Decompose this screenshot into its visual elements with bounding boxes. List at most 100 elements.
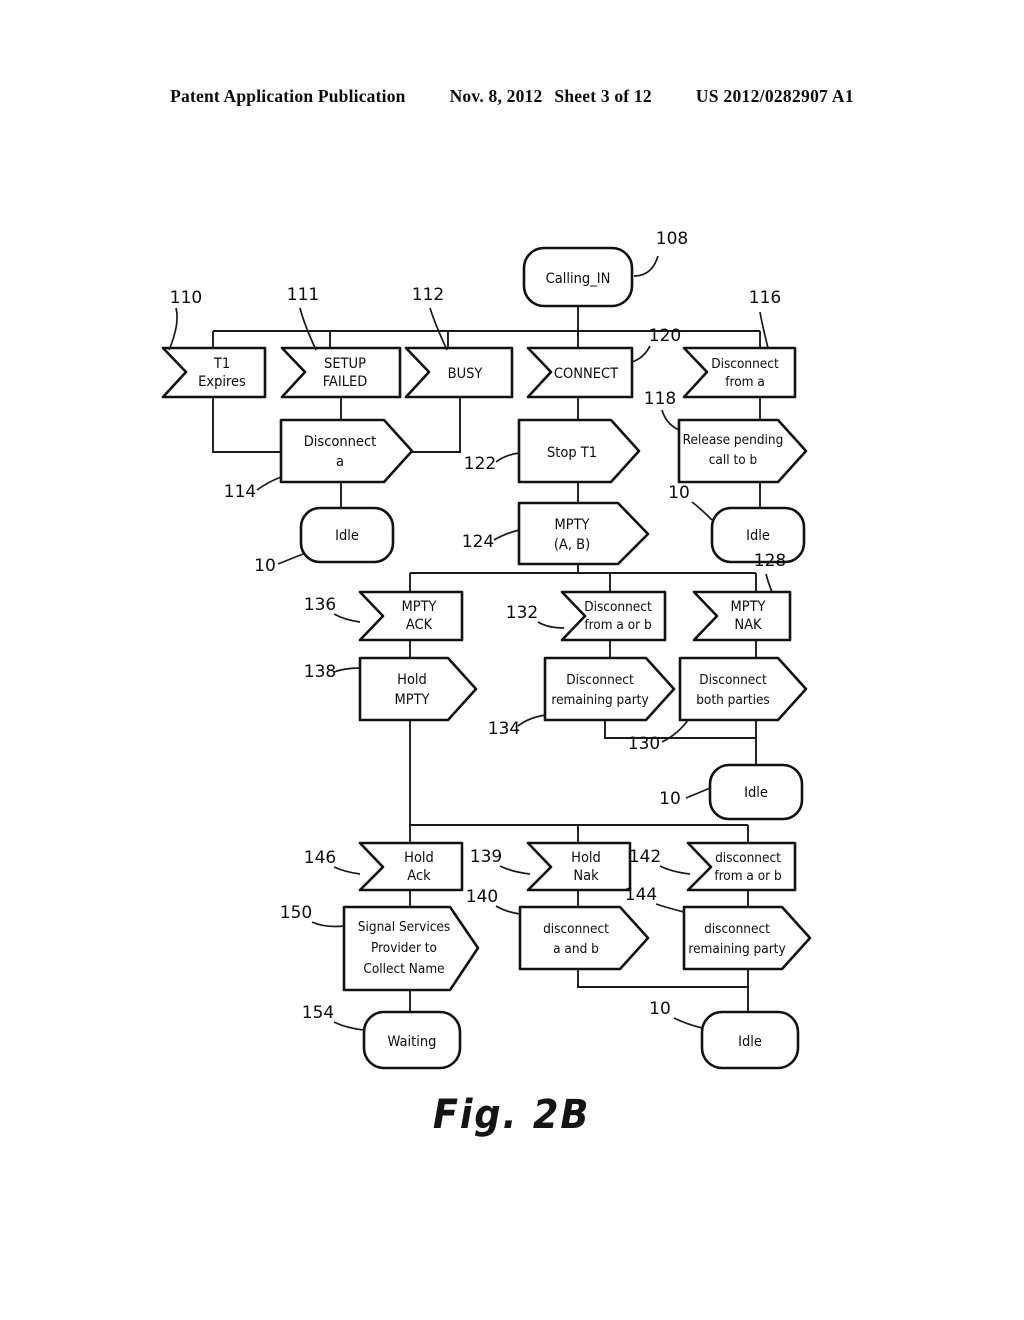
ref-111-leader (299, 307, 317, 351)
disconnect-both-parties-label-1: Disconnect (699, 672, 767, 688)
disconnect-remaining-party-2-label-1: disconnect (704, 921, 770, 937)
ref-142-label: 142 (629, 847, 661, 867)
disconnect-from-a-label-1: Disconnect (711, 356, 779, 372)
ref-112: 112 (412, 285, 448, 351)
node-idle-mid: Idle (708, 763, 804, 821)
ref-112-label: 112 (412, 285, 444, 305)
node-disconnect-both-parties: Disconnect both parties (678, 656, 808, 722)
ref-142-leader (659, 865, 691, 875)
patent-page: Patent Application Publication Nov. 8, 2… (0, 0, 1024, 1320)
ref-146-label: 146 (304, 848, 336, 868)
ref-136-leader (333, 613, 361, 623)
disconnect-a-label-2: a (336, 454, 344, 470)
ref-150-leader (311, 921, 345, 928)
ref-108-leader (633, 255, 659, 277)
ref-154-leader (333, 1021, 365, 1031)
hold-nak-label-2: Nak (573, 868, 599, 884)
node-disconnect-from-a-or-b: Disconnect from a or b (560, 590, 667, 642)
ref-124-label: 124 (462, 532, 494, 552)
ref-118-label: 118 (644, 389, 676, 409)
release-pending-label-2: call to b (709, 452, 758, 468)
idle-right-label: Idle (746, 528, 770, 544)
ref-138: 138 (304, 662, 361, 682)
node-idle-bottom: Idle (700, 1010, 800, 1070)
disconnect-both-parties-shape (678, 656, 808, 722)
idle-bottom-label: Idle (738, 1034, 762, 1050)
disconnect-from-a-label-2: from a (725, 374, 765, 390)
node-signal-services: Signal Services Provider to Collect Name (342, 905, 480, 992)
ref-139: 139 (470, 847, 531, 875)
busy-label: BUSY (448, 366, 483, 382)
node-stop-t1: Stop T1 (517, 418, 641, 484)
mpty-ab-label-2: (A, B) (554, 537, 590, 553)
disconnect-a-and-b-label-1: disconnect (543, 921, 609, 937)
node-disconnect-a: Disconnect a (279, 418, 414, 484)
figure-caption: Fig. 2B (0, 1092, 1024, 1138)
ref-132-leader (537, 621, 565, 629)
ref-110-label: 110 (170, 288, 202, 308)
node-disconnect-remaining-party-2: disconnect remaining party (682, 905, 812, 971)
node-setup-failed: SETUP FAILED (280, 346, 402, 399)
ref-144-label: 144 (625, 885, 657, 905)
disconnect-from-a-or-b-2-label-2: from a or b (714, 868, 782, 884)
ref-132: 132 (506, 603, 565, 629)
disconnect-both-parties-label-2: both parties (696, 692, 770, 708)
ref-128-label: 128 (754, 551, 786, 571)
release-pending-label-1: Release pending (683, 432, 784, 448)
conn-busy-to-disconnect-a (412, 397, 461, 453)
release-pending-shape (677, 418, 808, 484)
disconnect-remaining-party-label-1: Disconnect (566, 672, 634, 688)
ref-108: 108 (633, 229, 688, 277)
waiting-label: Waiting (388, 1034, 437, 1050)
node-idle-left: Idle (299, 506, 395, 564)
hold-ack-label-1: Hold (404, 850, 434, 866)
node-mpty-ack: MPTY ACK (358, 590, 464, 642)
figure-2b-diagram: Calling_IN 108 T1 Expires 110 SETUP FAIL… (0, 190, 1024, 1190)
flowchart-svg: Calling_IN 108 T1 Expires 110 SETUP FAIL… (161, 229, 812, 1070)
node-disconnect-from-a-or-b-2: disconnect from a or b (686, 841, 797, 892)
disconnect-from-a-or-b-2-label-1: disconnect (715, 850, 781, 866)
node-calling-in: Calling_IN (522, 246, 634, 308)
stop-t1-label: Stop T1 (547, 445, 597, 461)
conn-t1-to-disconnect-a (212, 397, 281, 453)
ref-139-leader (499, 865, 531, 875)
setup-failed-label-1: SETUP (324, 356, 366, 372)
ref-138-leader (333, 667, 361, 673)
ref-10-mid-leader (685, 787, 711, 799)
ref-114: 114 (224, 476, 282, 502)
ref-10-left-leader (277, 553, 304, 565)
ref-10-mid-label: 10 (659, 789, 681, 809)
ref-138-label: 138 (304, 662, 336, 682)
node-t1-expires: T1 Expires (161, 346, 267, 399)
hold-mpty-shape (358, 656, 478, 722)
hold-ack-label-2: Ack (407, 868, 431, 884)
idle-left-label: Idle (335, 528, 359, 544)
calling-in-label: Calling_IN (546, 271, 611, 287)
ref-10-right-label: 10 (668, 483, 690, 503)
ref-150-label: 150 (280, 903, 312, 923)
node-mpty-ab: MPTY (A, B) (517, 501, 650, 566)
disconnect-remaining-party-label-2: remaining party (551, 692, 648, 708)
ref-108-label: 108 (656, 229, 688, 249)
idle-mid-label: Idle (744, 785, 768, 801)
t1-expires-label-1: T1 (213, 356, 230, 372)
ref-110-leader (168, 307, 178, 351)
ref-139-label: 139 (470, 847, 502, 867)
ref-134-label: 134 (488, 719, 520, 739)
disconnect-a-and-b-shape (518, 905, 650, 971)
mpty-ack-label-2: ACK (406, 617, 433, 633)
mpty-ack-label-1: MPTY (401, 599, 436, 615)
page-header: Patent Application Publication Nov. 8, 2… (0, 86, 1024, 107)
signal-services-label-2: Provider to (371, 940, 437, 956)
disconnect-a-label-1: Disconnect (304, 434, 376, 450)
conn-discab-to-idlebottom (577, 969, 748, 988)
signal-services-label-3: Collect Name (363, 961, 444, 977)
ref-134-leader (517, 714, 546, 727)
mpty-nak-label-2: NAK (734, 617, 762, 633)
ref-142: 142 (629, 847, 691, 875)
figure-caption-text: Fig. 2B (433, 1092, 591, 1138)
ref-154-label: 154 (302, 1003, 334, 1023)
ref-10-bottom: 10 (649, 999, 703, 1029)
ref-130-label: 130 (628, 734, 660, 754)
ref-124-leader (493, 529, 520, 541)
